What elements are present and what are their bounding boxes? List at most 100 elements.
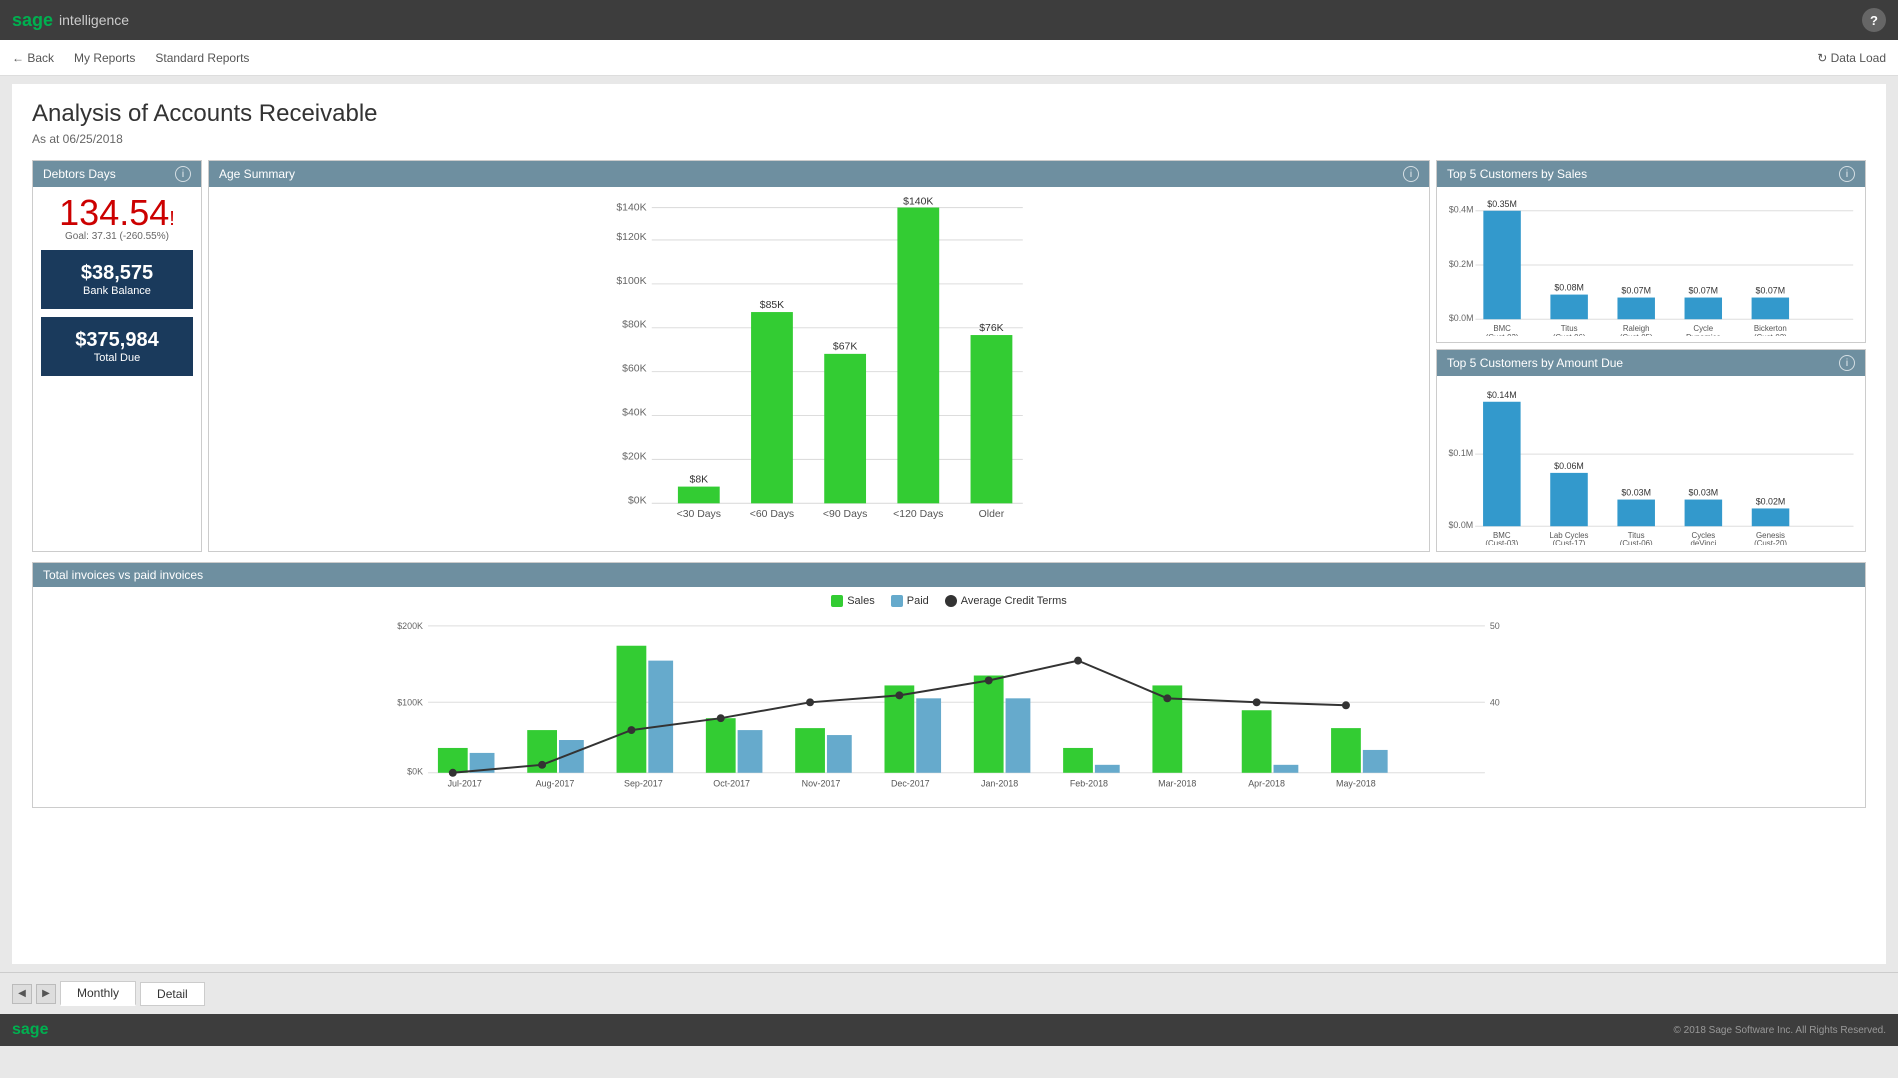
debtors-info-icon[interactable]: i bbox=[175, 166, 191, 182]
svg-text:$40K: $40K bbox=[622, 408, 646, 419]
data-load-button[interactable]: ↻ Data Load bbox=[1817, 51, 1886, 65]
svg-text:<60 Days: <60 Days bbox=[750, 509, 794, 519]
tab-nav-right[interactable]: ▶ bbox=[36, 984, 56, 1004]
invoices-legend: Sales Paid Average Credit Terms bbox=[41, 595, 1857, 607]
svg-text:$140K: $140K bbox=[616, 203, 646, 214]
top-amount-header: Top 5 Customers by Amount Due i bbox=[1437, 350, 1865, 376]
svg-text:$140K: $140K bbox=[903, 196, 933, 207]
svg-text:Mar-2018: Mar-2018 bbox=[1158, 779, 1196, 789]
svg-text:$0.06M: $0.06M bbox=[1554, 461, 1584, 471]
svg-text:$0.07M: $0.07M bbox=[1621, 286, 1651, 296]
svg-text:(Cust-17): (Cust-17) bbox=[1553, 539, 1586, 545]
report-title: Analysis of Accounts Receivable bbox=[32, 100, 1866, 128]
help-button[interactable]: ? bbox=[1862, 8, 1886, 32]
svg-text:$0.07M: $0.07M bbox=[1756, 286, 1786, 296]
bank-balance-amount: $38,575 bbox=[49, 262, 185, 285]
svg-text:50: 50 bbox=[1490, 621, 1500, 631]
bank-balance-label: Bank Balance bbox=[49, 285, 185, 297]
report-date: As at 06/25/2018 bbox=[32, 132, 1866, 146]
top-sales-content: $0.0M $0.2M $0.4M $0.35M BMC (Cust-03) bbox=[1437, 187, 1865, 342]
svg-text:$20K: $20K bbox=[622, 451, 646, 462]
svg-text:$80K: $80K bbox=[622, 320, 646, 331]
svg-text:<120 Days: <120 Days bbox=[893, 509, 943, 519]
age-summary-content: $0K $20K $40K $60K $80K $100K $120K $140… bbox=[209, 187, 1429, 527]
svg-text:40: 40 bbox=[1490, 697, 1500, 707]
bottom-tabs: ◀ ▶ Monthly Detail bbox=[0, 972, 1898, 1014]
svg-text:Apr-2018: Apr-2018 bbox=[1248, 779, 1285, 789]
invoices-header: Total invoices vs paid invoices bbox=[33, 563, 1865, 587]
svg-text:Nov-2017: Nov-2017 bbox=[802, 779, 841, 789]
top-sales-info-icon[interactable]: i bbox=[1839, 166, 1855, 182]
total-due-box: $375,984 Total Due bbox=[41, 317, 193, 376]
svg-text:Feb-2018: Feb-2018 bbox=[1070, 779, 1108, 789]
top-amount-content: $0.0M $0.1M $0.14M BMC (Cust-03) $0.06M … bbox=[1437, 376, 1865, 551]
svg-text:$0.2M: $0.2M bbox=[1449, 259, 1474, 269]
svg-text:Bickerton: Bickerton bbox=[1754, 324, 1787, 333]
svg-text:$100K: $100K bbox=[397, 697, 423, 707]
top-sales-header: Top 5 Customers by Sales i bbox=[1437, 161, 1865, 187]
svg-text:$60K: $60K bbox=[622, 364, 646, 375]
secondary-nav: ← Back My Reports Standard Reports ↻ Dat… bbox=[0, 40, 1898, 76]
tab-monthly[interactable]: Monthly bbox=[60, 981, 136, 1006]
svg-text:$0.08M: $0.08M bbox=[1554, 283, 1584, 293]
age-summary-info-icon[interactable]: i bbox=[1403, 166, 1419, 182]
svg-text:deVinci: deVinci bbox=[1690, 539, 1716, 545]
svg-text:(Cust-03): (Cust-03) bbox=[1486, 333, 1519, 336]
debtors-value: 134.54! bbox=[41, 195, 193, 231]
bottom-sage-logo: sage bbox=[12, 1021, 48, 1039]
logo-intelligence: intelligence bbox=[59, 12, 129, 28]
svg-text:$85K: $85K bbox=[760, 300, 784, 311]
svg-text:$0K: $0K bbox=[407, 767, 423, 777]
invoices-chart: $200K $100K $0K 50 40 Jul-2017 bbox=[41, 611, 1857, 795]
debtors-days-panel: Debtors Days i 134.54! Goal: 37.31 (-260… bbox=[32, 160, 202, 552]
svg-text:(Cust-06): (Cust-06) bbox=[1553, 333, 1586, 336]
back-link[interactable]: ← Back bbox=[12, 51, 54, 65]
svg-text:$0.03M: $0.03M bbox=[1621, 488, 1651, 498]
svg-text:Dec-2017: Dec-2017 bbox=[891, 779, 930, 789]
svg-text:$0.07M: $0.07M bbox=[1688, 286, 1718, 296]
my-reports-link[interactable]: My Reports bbox=[74, 51, 135, 65]
logo: sage intelligence bbox=[12, 10, 129, 31]
tab-detail[interactable]: Detail bbox=[140, 982, 205, 1006]
svg-text:$0K: $0K bbox=[628, 495, 647, 506]
total-due-label: Total Due bbox=[49, 352, 185, 364]
svg-text:Oct-2017: Oct-2017 bbox=[713, 779, 750, 789]
svg-text:$0.35M: $0.35M bbox=[1487, 199, 1517, 209]
svg-text:<30 Days: <30 Days bbox=[677, 509, 721, 519]
top-amount-panel: Top 5 Customers by Amount Due i $0.0M $0… bbox=[1436, 349, 1866, 552]
top-sales-chart: $0.0M $0.2M $0.4M $0.35M BMC (Cust-03) bbox=[1443, 193, 1859, 336]
invoices-content: Sales Paid Average Credit Terms $200K $1… bbox=[33, 587, 1865, 807]
svg-text:$100K: $100K bbox=[616, 276, 646, 287]
svg-text:$8K: $8K bbox=[690, 474, 709, 485]
svg-text:$0.4M: $0.4M bbox=[1449, 205, 1474, 215]
svg-text:$76K: $76K bbox=[979, 323, 1003, 334]
standard-reports-link[interactable]: Standard Reports bbox=[155, 51, 249, 65]
svg-text:May-2018: May-2018 bbox=[1336, 779, 1376, 789]
svg-text:Sep-2017: Sep-2017 bbox=[624, 779, 663, 789]
svg-text:Titus: Titus bbox=[1561, 324, 1578, 333]
debtors-content: 134.54! Goal: 37.31 (-260.55%) $38,575 B… bbox=[33, 187, 201, 384]
svg-text:$0.1M: $0.1M bbox=[1449, 448, 1474, 458]
svg-text:$0.14M: $0.14M bbox=[1487, 390, 1517, 400]
svg-text:(Cust-05): (Cust-05) bbox=[1620, 333, 1653, 336]
debtors-days-header: Debtors Days i bbox=[33, 161, 201, 187]
svg-text:Older: Older bbox=[979, 509, 1005, 519]
svg-text:<90 Days: <90 Days bbox=[823, 509, 867, 519]
svg-text:$0.0M: $0.0M bbox=[1449, 313, 1474, 323]
svg-text:Cycle: Cycle bbox=[1693, 324, 1713, 333]
svg-text:BMC: BMC bbox=[1493, 324, 1511, 333]
bottom-bar: sage © 2018 Sage Software Inc. All Right… bbox=[0, 1014, 1898, 1046]
tab-nav-left[interactable]: ◀ bbox=[12, 984, 32, 1004]
svg-text:$200K: $200K bbox=[397, 621, 423, 631]
top-amount-info-icon[interactable]: i bbox=[1839, 355, 1855, 371]
bank-balance-box: $38,575 Bank Balance bbox=[41, 250, 193, 309]
svg-text:(Cust-06): (Cust-06) bbox=[1620, 539, 1653, 545]
svg-text:Jan-2018: Jan-2018 bbox=[981, 779, 1018, 789]
top-sales-panel: Top 5 Customers by Sales i $0.0M $0.2M $… bbox=[1436, 160, 1866, 343]
svg-text:$0.02M: $0.02M bbox=[1756, 496, 1786, 506]
copyright-text: © 2018 Sage Software Inc. All Rights Res… bbox=[1674, 1025, 1886, 1036]
main-content: Analysis of Accounts Receivable As at 06… bbox=[12, 84, 1886, 964]
age-summary-panel: Age Summary i $0K $20K $40K $60K $80K $1… bbox=[208, 160, 1430, 552]
total-due-amount: $375,984 bbox=[49, 329, 185, 352]
svg-text:$120K: $120K bbox=[616, 232, 646, 243]
